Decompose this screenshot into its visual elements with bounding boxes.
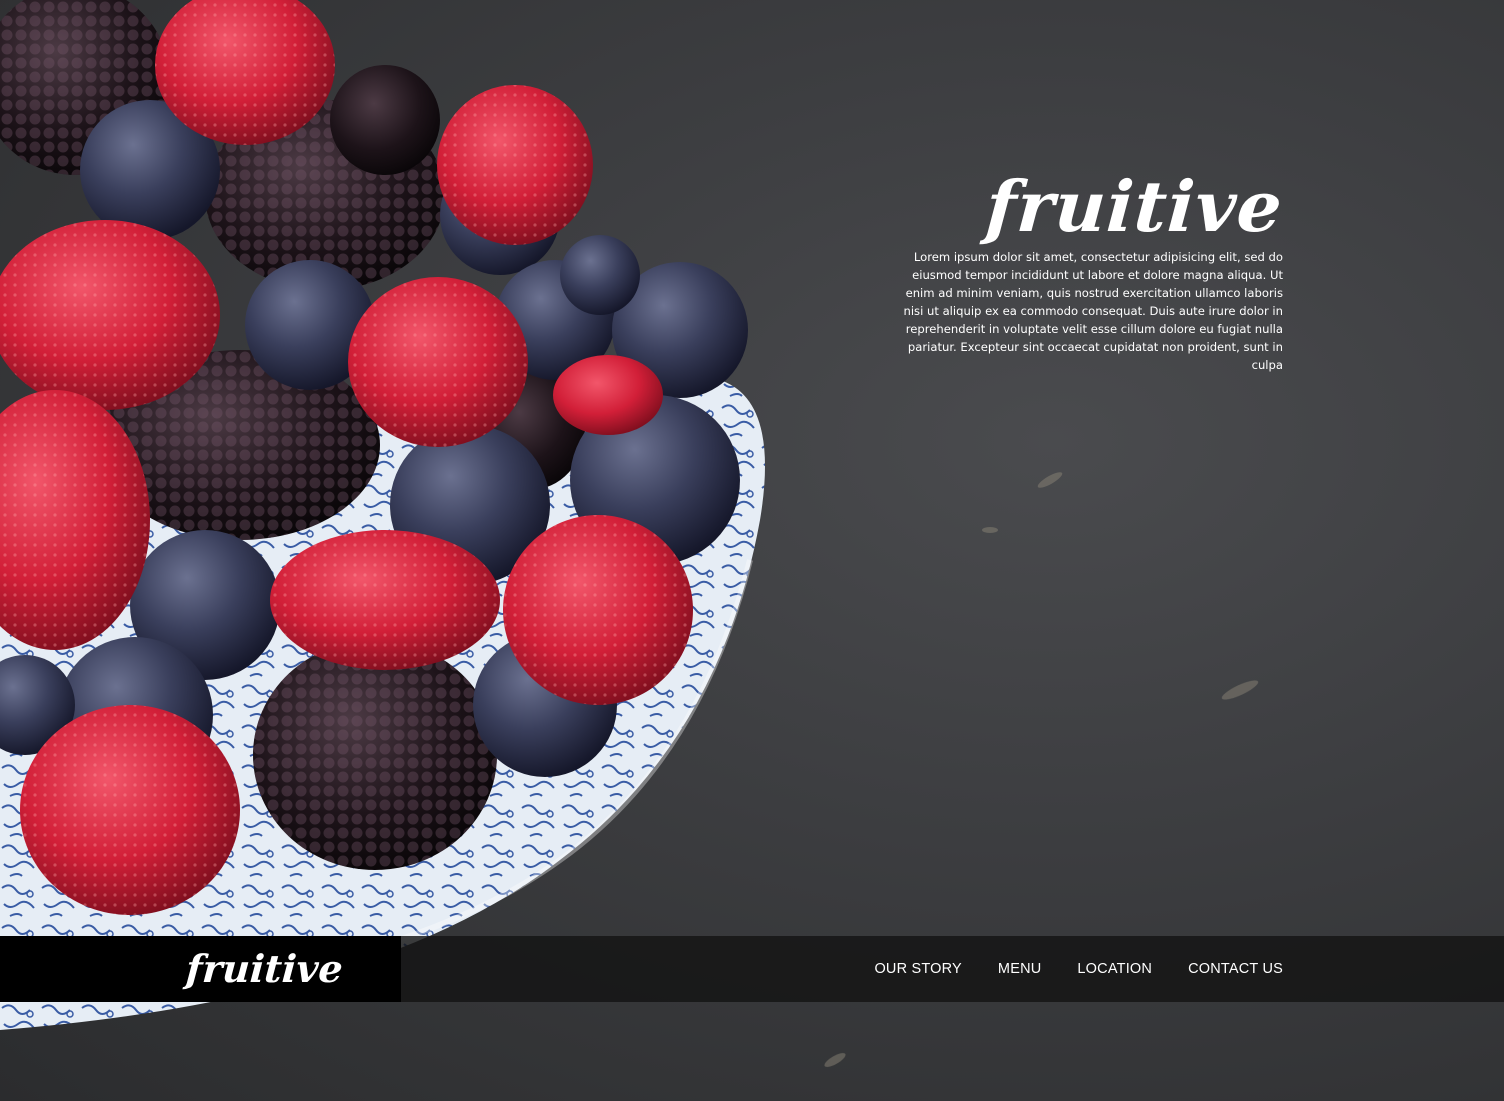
nav-logo[interactable]: fruitive xyxy=(185,944,345,994)
hero-brand: fruitive xyxy=(883,165,1286,248)
hero-intro-text: Lorem ipsum dolor sit amet, consectetur … xyxy=(903,250,1283,372)
nav-menu: OUR STORY MENU LOCATION CONTACT US xyxy=(874,936,1283,1002)
nav-link-location[interactable]: LOCATION xyxy=(1077,961,1152,977)
nav-link-contact-us[interactable]: CONTACT US xyxy=(1188,961,1283,977)
navigation-bar: fruitive OUR STORY MENU LOCATION CONTACT… xyxy=(0,936,1504,1002)
nav-link-menu[interactable]: MENU xyxy=(998,961,1042,977)
nav-link-our-story[interactable]: OUR STORY xyxy=(874,961,961,977)
nav-logo-container[interactable]: fruitive xyxy=(0,936,401,1002)
hero-logo: fruitive xyxy=(983,165,1286,248)
